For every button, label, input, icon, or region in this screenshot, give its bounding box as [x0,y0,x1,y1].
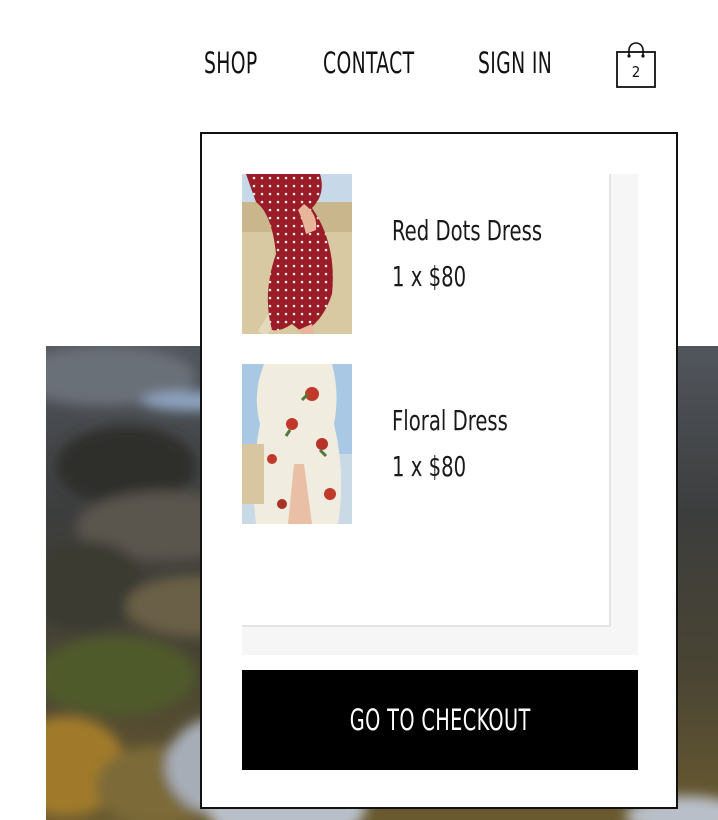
top-navigation: SHOP CONTACT SIGN IN 2 [0,36,718,92]
go-to-checkout-button[interactable]: GO TO CHECKOUT [242,670,638,770]
nav-link-shop[interactable]: SHOP [204,46,258,80]
cart-items-list[interactable]: Red Dots Dress 1 x $80 Floral Dress 1 x … [242,174,638,655]
cart-dropdown: Red Dots Dress 1 x $80 Floral Dress 1 x … [200,132,678,809]
item-name: Floral Dress [392,404,508,437]
item-name: Red Dots Dress [392,214,543,247]
item-image-floral-dress [242,364,352,524]
nav-link-sign-in[interactable]: SIGN IN [478,46,552,80]
cart-button[interactable]: 2 [614,39,658,89]
nav-link-contact[interactable]: CONTACT [323,46,414,80]
item-quantity-price: 1 x $80 [392,260,467,293]
item-image-red-dots-dress [242,174,352,334]
cart-count-badge: 2 [631,63,641,81]
cart-items-scroll-area: Red Dots Dress 1 x $80 Floral Dress 1 x … [242,174,611,627]
cart-item: Floral Dress 1 x $80 [242,364,602,524]
checkout-button-label: GO TO CHECKOUT [349,703,531,737]
item-quantity-price: 1 x $80 [392,450,467,483]
cart-item: Red Dots Dress 1 x $80 [242,174,602,334]
